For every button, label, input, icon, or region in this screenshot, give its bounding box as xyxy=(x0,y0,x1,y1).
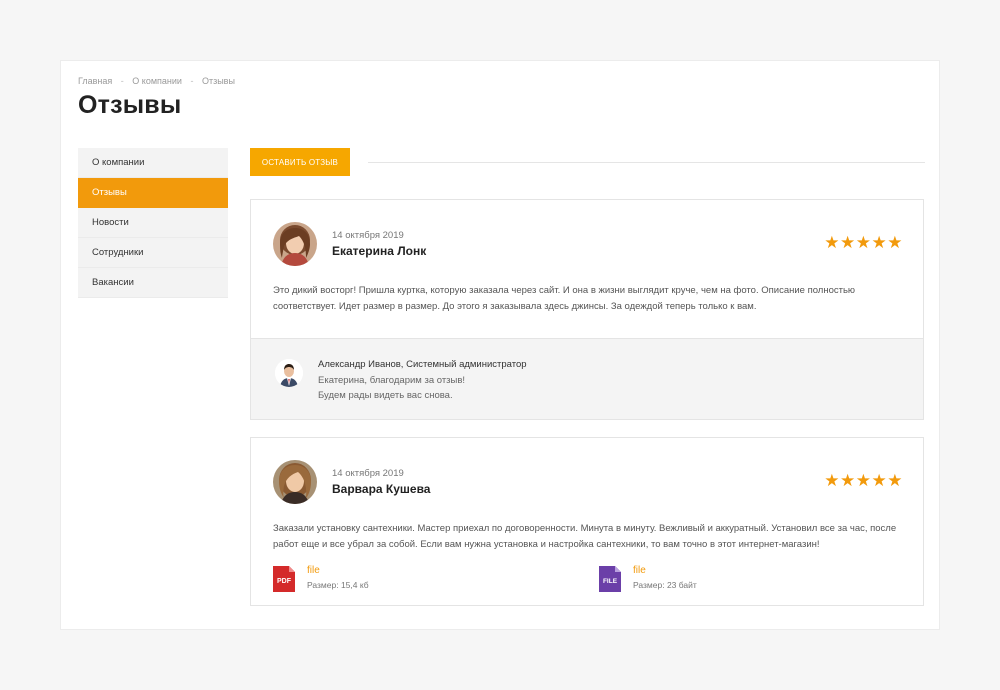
reply-text: Екатерина, благодарим за отзыв! Будем ра… xyxy=(318,373,465,403)
file-size: Размер: 23 байт xyxy=(633,580,697,590)
review-header: 14 октября 2019 Варвара Кушева ★★★★★ xyxy=(251,438,923,508)
reply-author: Александр Иванов, Системный администрато… xyxy=(318,359,527,370)
generic-file-icon: FILE xyxy=(599,566,621,592)
breadcrumb-separator: - xyxy=(190,76,194,86)
svg-text:FILE: FILE xyxy=(603,578,618,585)
review-date: 14 октября 2019 xyxy=(332,230,404,241)
sidebar-item-vacancies[interactable]: Вакансии xyxy=(78,268,228,298)
sidebar-menu: О компании Отзывы Новости Сотрудники Вак… xyxy=(78,148,228,298)
review-card: 14 октября 2019 Екатерина Лонк ★★★★★ Это… xyxy=(250,199,924,420)
reply-line: Будем рады видеть вас снова. xyxy=(318,390,453,401)
divider xyxy=(368,162,925,163)
review-author: Варвара Кушева xyxy=(332,482,431,496)
breadcrumb-item-home[interactable]: Главная xyxy=(78,76,112,86)
review-files: PDF file Размер: 15,4 кб FILE file Разме… xyxy=(251,553,923,605)
page-title: Отзывы xyxy=(78,91,182,119)
file-size: Размер: 15,4 кб xyxy=(307,580,369,590)
star-rating: ★★★★★ xyxy=(824,233,903,252)
breadcrumb-separator: - xyxy=(120,76,124,86)
file-download-link[interactable]: file xyxy=(307,565,320,576)
action-row: ОСТАВИТЬ ОТЗЫВ xyxy=(250,148,925,176)
pdf-file-icon: PDF xyxy=(273,566,295,592)
sidebar-item-about[interactable]: О компании xyxy=(78,148,228,178)
review-date: 14 октября 2019 xyxy=(332,468,404,479)
review-text: Это дикий восторг! Пришла куртка, котору… xyxy=(273,285,856,312)
breadcrumb-item-about[interactable]: О компании xyxy=(132,76,182,86)
star-rating: ★★★★★ xyxy=(824,471,903,490)
svg-text:PDF: PDF xyxy=(277,578,292,585)
review-card: 14 октября 2019 Варвара Кушева ★★★★★ Зак… xyxy=(250,437,924,606)
avatar xyxy=(273,460,317,504)
file-download-link[interactable]: file xyxy=(633,565,646,576)
review-text: Заказали установку сантехники. Мастер пр… xyxy=(273,523,897,550)
avatar xyxy=(275,359,303,387)
breadcrumb-item-current: Отзывы xyxy=(201,76,235,86)
avatar xyxy=(273,222,317,266)
sidebar-item-news[interactable]: Новости xyxy=(78,208,228,238)
reply-line: Екатерина, благодарим за отзыв! xyxy=(318,375,466,386)
sidebar-item-staff[interactable]: Сотрудники xyxy=(78,238,228,268)
sidebar-item-reviews[interactable]: Отзывы xyxy=(78,178,228,208)
review-reply: Александр Иванов, Системный администрато… xyxy=(251,338,923,419)
review-author: Екатерина Лонк xyxy=(332,244,427,258)
content-panel: Главная - О компании - Отзывы Отзывы О к… xyxy=(60,60,940,630)
review-header: 14 октября 2019 Екатерина Лонк ★★★★★ xyxy=(251,200,923,270)
breadcrumb: Главная - О компании - Отзывы xyxy=(78,76,235,86)
leave-review-button[interactable]: ОСТАВИТЬ ОТЗЫВ xyxy=(250,148,350,176)
